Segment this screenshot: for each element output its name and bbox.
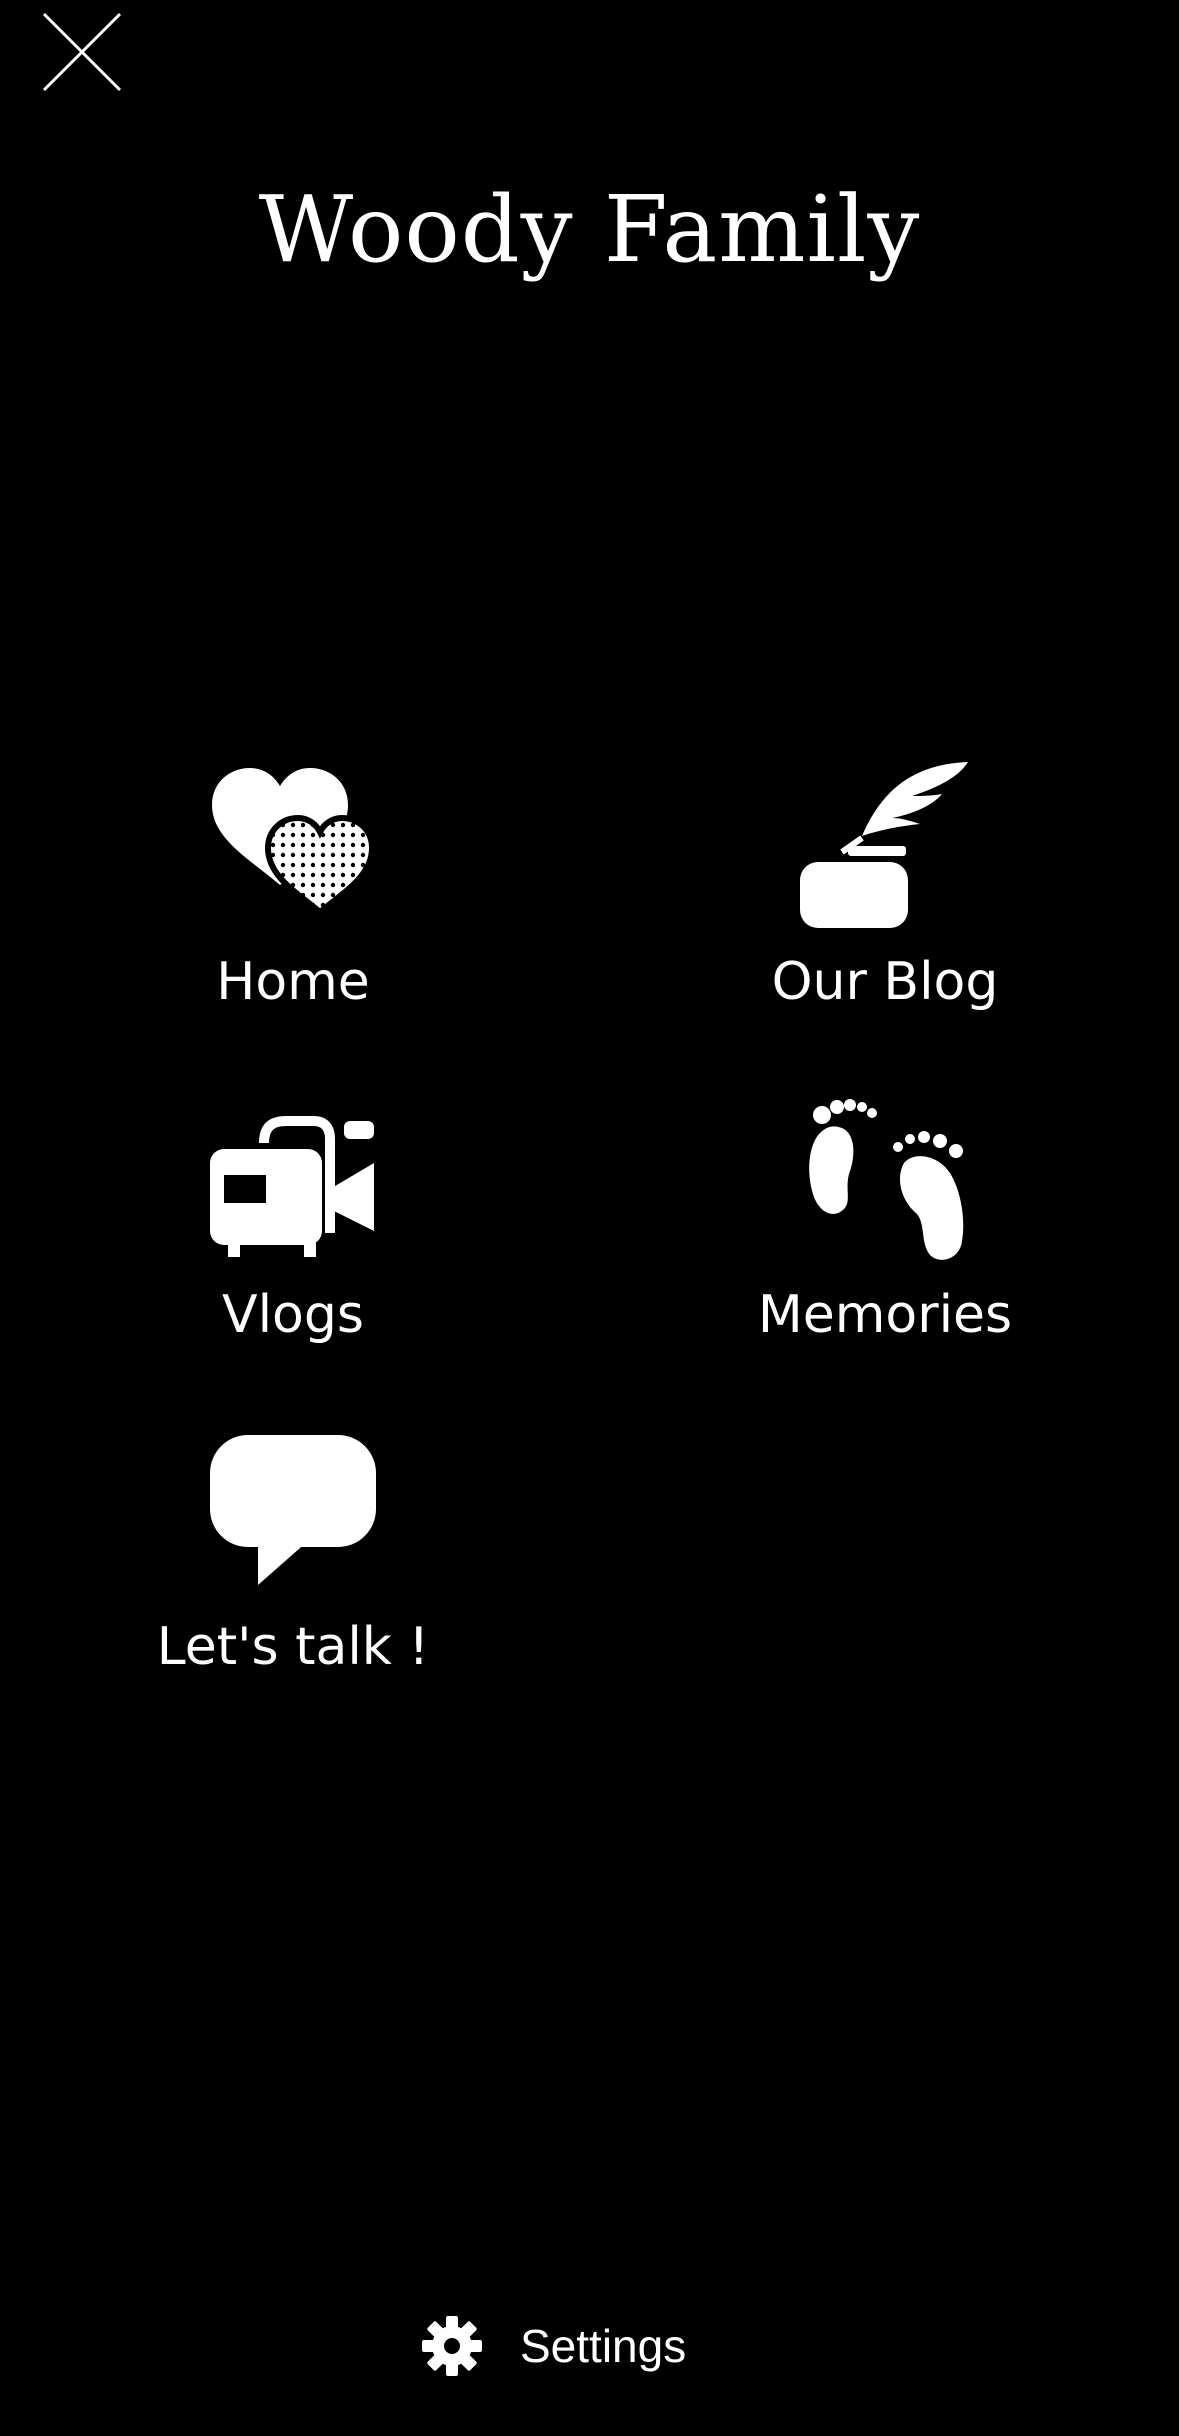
- menu-label-memories: Memories: [757, 1285, 1013, 1345]
- menu-item-home[interactable]: Home: [83, 760, 503, 1060]
- menu-item-lets-talk[interactable]: Let's talk !: [83, 1425, 503, 1725]
- menu-item-memories[interactable]: Memories: [675, 1093, 1095, 1393]
- menu-label-home: Home: [216, 952, 370, 1012]
- video-camera-icon: [208, 1093, 378, 1263]
- hearts-icon: [208, 760, 378, 930]
- menu-item-vlogs[interactable]: Vlogs: [83, 1093, 503, 1393]
- baby-footprints-icon: [800, 1093, 970, 1263]
- menu-label-lets-talk: Let's talk !: [156, 1617, 430, 1677]
- settings-label: Settings: [520, 2320, 687, 2372]
- app-title: Woody Family: [258, 176, 921, 283]
- gear-icon: [420, 2314, 484, 2378]
- menu-item-our-blog[interactable]: Our Blog: [675, 760, 1095, 1060]
- close-button[interactable]: [38, 8, 126, 96]
- settings-button[interactable]: Settings: [420, 2310, 686, 2382]
- quill-inkwell-icon: [800, 760, 970, 930]
- speech-bubble-icon: [208, 1425, 378, 1595]
- menu-label-our-blog: Our Blog: [771, 952, 999, 1012]
- menu-label-vlogs: Vlogs: [222, 1285, 364, 1345]
- close-icon: [42, 12, 122, 92]
